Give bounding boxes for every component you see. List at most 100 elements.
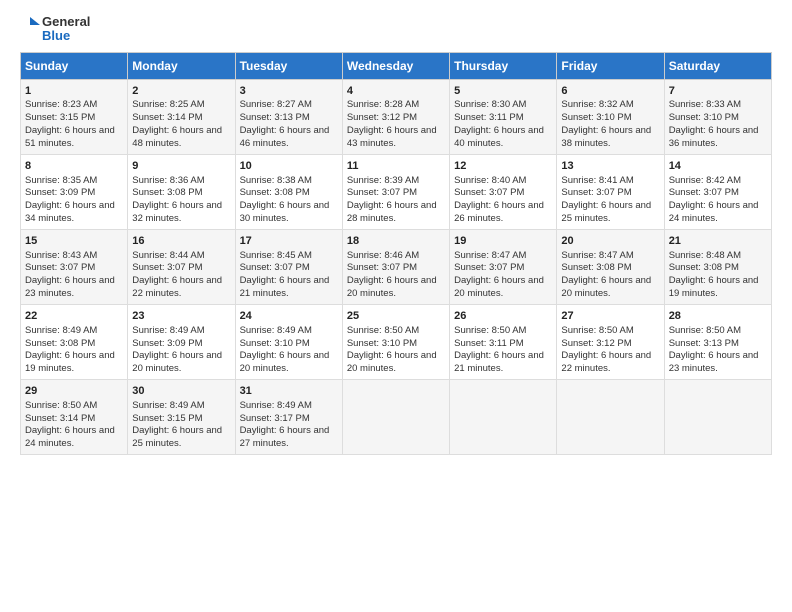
day-info: Sunrise: 8:38 AM Sunset: 3:08 PM Dayligh… bbox=[240, 175, 330, 224]
day-cell: 12Sunrise: 8:40 AM Sunset: 3:07 PM Dayli… bbox=[450, 154, 557, 229]
week-row-1: 1Sunrise: 8:23 AM Sunset: 3:15 PM Daylig… bbox=[21, 79, 772, 154]
day-number: 21 bbox=[669, 234, 767, 249]
day-cell: 23Sunrise: 8:49 AM Sunset: 3:09 PM Dayli… bbox=[128, 304, 235, 379]
day-number: 13 bbox=[561, 159, 659, 174]
col-header-sunday: Sunday bbox=[21, 52, 128, 79]
header-row: SundayMondayTuesdayWednesdayThursdayFrid… bbox=[21, 52, 772, 79]
day-cell: 13Sunrise: 8:41 AM Sunset: 3:07 PM Dayli… bbox=[557, 154, 664, 229]
day-info: Sunrise: 8:46 AM Sunset: 3:07 PM Dayligh… bbox=[347, 250, 437, 299]
day-number: 25 bbox=[347, 309, 445, 324]
day-cell bbox=[342, 379, 449, 454]
day-number: 8 bbox=[25, 159, 123, 174]
day-cell: 8Sunrise: 8:35 AM Sunset: 3:09 PM Daylig… bbox=[21, 154, 128, 229]
day-number: 10 bbox=[240, 159, 338, 174]
day-info: Sunrise: 8:50 AM Sunset: 3:12 PM Dayligh… bbox=[561, 325, 651, 374]
day-cell: 26Sunrise: 8:50 AM Sunset: 3:11 PM Dayli… bbox=[450, 304, 557, 379]
day-cell: 9Sunrise: 8:36 AM Sunset: 3:08 PM Daylig… bbox=[128, 154, 235, 229]
day-cell: 28Sunrise: 8:50 AM Sunset: 3:13 PM Dayli… bbox=[664, 304, 771, 379]
day-info: Sunrise: 8:47 AM Sunset: 3:08 PM Dayligh… bbox=[561, 250, 651, 299]
day-cell: 14Sunrise: 8:42 AM Sunset: 3:07 PM Dayli… bbox=[664, 154, 771, 229]
header: General Blue bbox=[20, 15, 772, 44]
day-info: Sunrise: 8:35 AM Sunset: 3:09 PM Dayligh… bbox=[25, 175, 115, 224]
day-number: 23 bbox=[132, 309, 230, 324]
day-number: 5 bbox=[454, 84, 552, 99]
day-cell: 11Sunrise: 8:39 AM Sunset: 3:07 PM Dayli… bbox=[342, 154, 449, 229]
day-number: 2 bbox=[132, 84, 230, 99]
day-cell: 2Sunrise: 8:25 AM Sunset: 3:14 PM Daylig… bbox=[128, 79, 235, 154]
day-number: 15 bbox=[25, 234, 123, 249]
day-cell: 27Sunrise: 8:50 AM Sunset: 3:12 PM Dayli… bbox=[557, 304, 664, 379]
page: General Blue SundayMondayTuesdayWednesda… bbox=[0, 0, 792, 612]
day-number: 20 bbox=[561, 234, 659, 249]
day-info: Sunrise: 8:36 AM Sunset: 3:08 PM Dayligh… bbox=[132, 175, 222, 224]
day-cell: 30Sunrise: 8:49 AM Sunset: 3:15 PM Dayli… bbox=[128, 379, 235, 454]
day-number: 11 bbox=[347, 159, 445, 174]
day-number: 6 bbox=[561, 84, 659, 99]
day-cell: 31Sunrise: 8:49 AM Sunset: 3:17 PM Dayli… bbox=[235, 379, 342, 454]
col-header-thursday: Thursday bbox=[450, 52, 557, 79]
col-header-monday: Monday bbox=[128, 52, 235, 79]
logo: General Blue bbox=[20, 15, 90, 44]
day-number: 17 bbox=[240, 234, 338, 249]
day-cell: 4Sunrise: 8:28 AM Sunset: 3:12 PM Daylig… bbox=[342, 79, 449, 154]
day-info: Sunrise: 8:49 AM Sunset: 3:15 PM Dayligh… bbox=[132, 400, 222, 449]
logo-bird-icon bbox=[20, 17, 40, 41]
day-cell: 29Sunrise: 8:50 AM Sunset: 3:14 PM Dayli… bbox=[21, 379, 128, 454]
day-cell: 1Sunrise: 8:23 AM Sunset: 3:15 PM Daylig… bbox=[21, 79, 128, 154]
day-info: Sunrise: 8:49 AM Sunset: 3:17 PM Dayligh… bbox=[240, 400, 330, 449]
day-info: Sunrise: 8:45 AM Sunset: 3:07 PM Dayligh… bbox=[240, 250, 330, 299]
day-info: Sunrise: 8:42 AM Sunset: 3:07 PM Dayligh… bbox=[669, 175, 759, 224]
day-info: Sunrise: 8:50 AM Sunset: 3:14 PM Dayligh… bbox=[25, 400, 115, 449]
calendar-table: SundayMondayTuesdayWednesdayThursdayFrid… bbox=[20, 52, 772, 455]
day-info: Sunrise: 8:50 AM Sunset: 3:10 PM Dayligh… bbox=[347, 325, 437, 374]
week-row-4: 22Sunrise: 8:49 AM Sunset: 3:08 PM Dayli… bbox=[21, 304, 772, 379]
day-number: 1 bbox=[25, 84, 123, 99]
day-info: Sunrise: 8:50 AM Sunset: 3:13 PM Dayligh… bbox=[669, 325, 759, 374]
day-cell: 7Sunrise: 8:33 AM Sunset: 3:10 PM Daylig… bbox=[664, 79, 771, 154]
day-info: Sunrise: 8:50 AM Sunset: 3:11 PM Dayligh… bbox=[454, 325, 544, 374]
col-header-tuesday: Tuesday bbox=[235, 52, 342, 79]
day-cell: 20Sunrise: 8:47 AM Sunset: 3:08 PM Dayli… bbox=[557, 229, 664, 304]
col-header-wednesday: Wednesday bbox=[342, 52, 449, 79]
day-number: 27 bbox=[561, 309, 659, 324]
day-cell: 25Sunrise: 8:50 AM Sunset: 3:10 PM Dayli… bbox=[342, 304, 449, 379]
logo-container: General Blue bbox=[20, 15, 90, 44]
col-header-friday: Friday bbox=[557, 52, 664, 79]
week-row-5: 29Sunrise: 8:50 AM Sunset: 3:14 PM Dayli… bbox=[21, 379, 772, 454]
day-info: Sunrise: 8:49 AM Sunset: 3:08 PM Dayligh… bbox=[25, 325, 115, 374]
day-info: Sunrise: 8:39 AM Sunset: 3:07 PM Dayligh… bbox=[347, 175, 437, 224]
day-info: Sunrise: 8:49 AM Sunset: 3:09 PM Dayligh… bbox=[132, 325, 222, 374]
day-cell: 16Sunrise: 8:44 AM Sunset: 3:07 PM Dayli… bbox=[128, 229, 235, 304]
day-info: Sunrise: 8:32 AM Sunset: 3:10 PM Dayligh… bbox=[561, 99, 651, 148]
day-cell: 6Sunrise: 8:32 AM Sunset: 3:10 PM Daylig… bbox=[557, 79, 664, 154]
logo-text: General Blue bbox=[42, 15, 90, 44]
day-number: 16 bbox=[132, 234, 230, 249]
day-number: 4 bbox=[347, 84, 445, 99]
day-cell: 18Sunrise: 8:46 AM Sunset: 3:07 PM Dayli… bbox=[342, 229, 449, 304]
day-info: Sunrise: 8:49 AM Sunset: 3:10 PM Dayligh… bbox=[240, 325, 330, 374]
week-row-2: 8Sunrise: 8:35 AM Sunset: 3:09 PM Daylig… bbox=[21, 154, 772, 229]
col-header-saturday: Saturday bbox=[664, 52, 771, 79]
day-info: Sunrise: 8:41 AM Sunset: 3:07 PM Dayligh… bbox=[561, 175, 651, 224]
day-cell: 15Sunrise: 8:43 AM Sunset: 3:07 PM Dayli… bbox=[21, 229, 128, 304]
logo-blue: Blue bbox=[42, 29, 90, 43]
day-info: Sunrise: 8:25 AM Sunset: 3:14 PM Dayligh… bbox=[132, 99, 222, 148]
day-cell: 21Sunrise: 8:48 AM Sunset: 3:08 PM Dayli… bbox=[664, 229, 771, 304]
day-cell: 17Sunrise: 8:45 AM Sunset: 3:07 PM Dayli… bbox=[235, 229, 342, 304]
day-number: 28 bbox=[669, 309, 767, 324]
week-row-3: 15Sunrise: 8:43 AM Sunset: 3:07 PM Dayli… bbox=[21, 229, 772, 304]
day-info: Sunrise: 8:47 AM Sunset: 3:07 PM Dayligh… bbox=[454, 250, 544, 299]
day-number: 3 bbox=[240, 84, 338, 99]
day-info: Sunrise: 8:30 AM Sunset: 3:11 PM Dayligh… bbox=[454, 99, 544, 148]
day-number: 26 bbox=[454, 309, 552, 324]
day-info: Sunrise: 8:44 AM Sunset: 3:07 PM Dayligh… bbox=[132, 250, 222, 299]
day-info: Sunrise: 8:48 AM Sunset: 3:08 PM Dayligh… bbox=[669, 250, 759, 299]
day-info: Sunrise: 8:28 AM Sunset: 3:12 PM Dayligh… bbox=[347, 99, 437, 148]
day-number: 31 bbox=[240, 384, 338, 399]
day-cell: 22Sunrise: 8:49 AM Sunset: 3:08 PM Dayli… bbox=[21, 304, 128, 379]
day-info: Sunrise: 8:33 AM Sunset: 3:10 PM Dayligh… bbox=[669, 99, 759, 148]
day-cell: 24Sunrise: 8:49 AM Sunset: 3:10 PM Dayli… bbox=[235, 304, 342, 379]
day-number: 18 bbox=[347, 234, 445, 249]
day-number: 19 bbox=[454, 234, 552, 249]
day-cell bbox=[557, 379, 664, 454]
